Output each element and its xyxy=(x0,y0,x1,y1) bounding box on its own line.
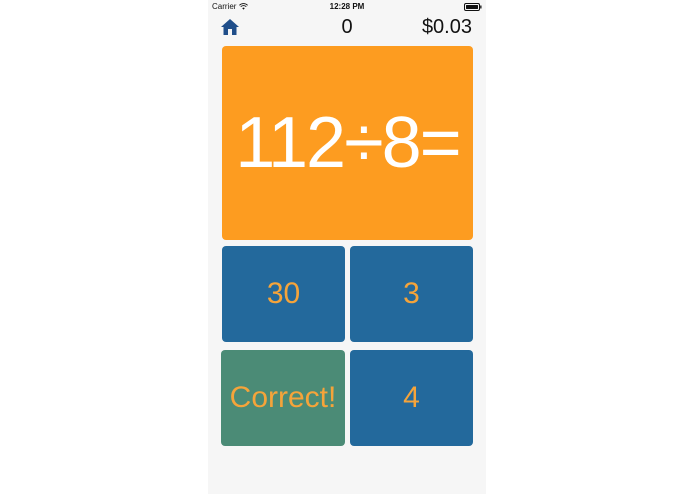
status-bar: Carrier 12:28 PM xyxy=(208,0,486,14)
answer-button-1[interactable]: 30 xyxy=(222,246,345,342)
answer-button-3[interactable]: Correct! xyxy=(221,350,345,446)
app-screen: Carrier 12:28 PM 0 $0.03 112÷8= 30 3 Cor… xyxy=(208,0,486,494)
answer-label: 30 xyxy=(266,277,301,310)
money-balance: $0.03 xyxy=(421,16,472,38)
answer-label: 4 xyxy=(403,381,420,414)
answer-button-4[interactable]: 4 xyxy=(350,350,473,446)
answer-button-2[interactable]: 3 xyxy=(350,246,473,342)
battery-icon xyxy=(464,3,482,11)
question-text: 112÷8= xyxy=(235,103,461,183)
answer-label: Correct! xyxy=(229,381,337,414)
question-card: 112÷8= xyxy=(222,46,473,240)
answer-label: 3 xyxy=(403,277,420,310)
status-time: 12:28 PM xyxy=(329,2,365,11)
top-bar: 0 $0.03 xyxy=(208,14,486,40)
